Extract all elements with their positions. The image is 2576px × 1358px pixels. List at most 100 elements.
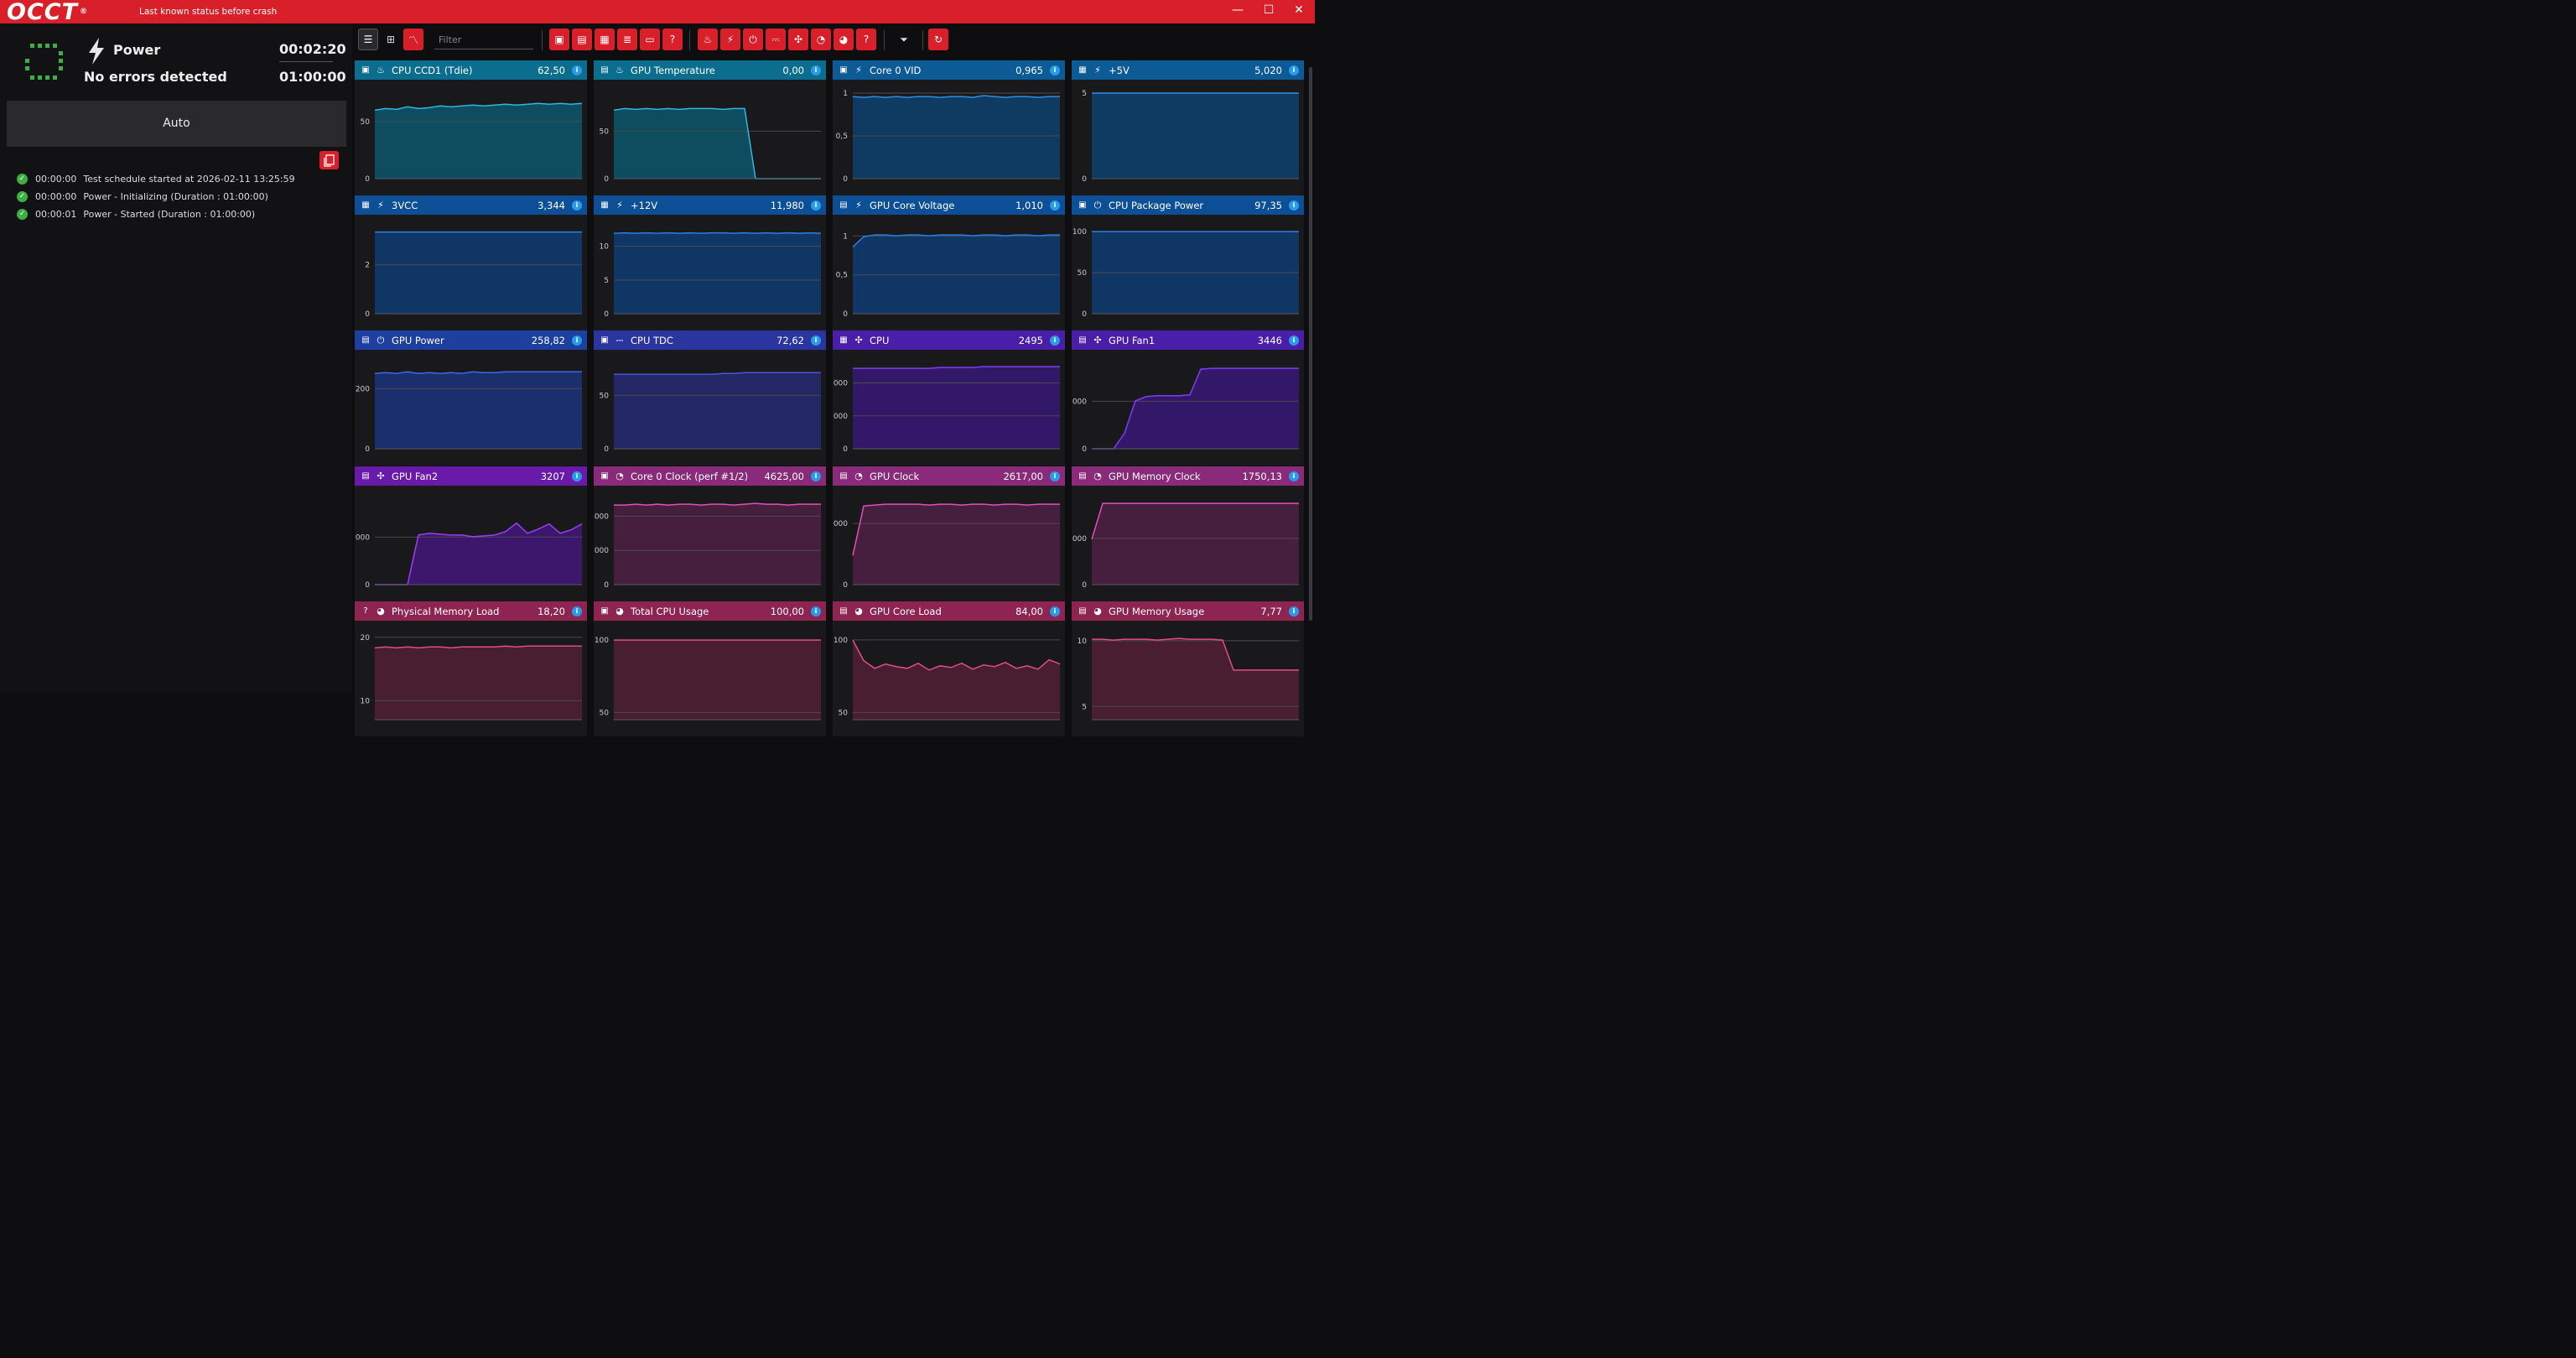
filter-current-button[interactable]: ⎓ bbox=[766, 29, 786, 50]
info-icon[interactable]: i bbox=[811, 471, 821, 481]
view-graph-button[interactable]: 〽 bbox=[403, 29, 423, 50]
minimize-button[interactable]: — bbox=[1225, 2, 1250, 20]
sensor-name: GPU Core Load bbox=[870, 605, 942, 617]
info-icon[interactable]: i bbox=[1050, 471, 1060, 481]
volt-icon: ⚡ bbox=[855, 200, 862, 211]
mode-button[interactable]: Auto bbox=[7, 101, 346, 147]
filter-motherboard-button[interactable]: ▦ bbox=[595, 29, 615, 50]
sensor-panel[interactable]: ▤ ✣ GPU Fan2 3207 i 2000 0 bbox=[355, 466, 587, 601]
filter-other-button[interactable]: ? bbox=[662, 29, 683, 50]
info-icon[interactable]: i bbox=[572, 471, 582, 481]
reset-button[interactable]: ↻ bbox=[928, 29, 948, 50]
filter-fan-button[interactable]: ✣ bbox=[788, 29, 808, 50]
info-icon[interactable]: i bbox=[1289, 65, 1299, 75]
view-grid-button[interactable]: ⊞ bbox=[381, 29, 401, 50]
y-tick-label: 0,5 bbox=[836, 133, 848, 141]
info-icon[interactable]: i bbox=[1289, 606, 1299, 617]
info-icon[interactable]: i bbox=[1289, 200, 1299, 211]
sensor-line bbox=[614, 502, 821, 506]
sensor-panel[interactable]: ▤ ◕ GPU Memory Usage 7,77 i 10 5 bbox=[1072, 601, 1304, 736]
sensor-area bbox=[1092, 503, 1299, 585]
sensor-panel[interactable]: ▦ ⚡ +12V 11,980 i 10 5 0 bbox=[594, 195, 826, 330]
filter-load-button[interactable]: ◕ bbox=[834, 29, 854, 50]
sensor-graph: 2000 0 bbox=[1072, 367, 1299, 454]
info-icon[interactable]: i bbox=[1050, 335, 1060, 346]
info-icon[interactable]: i bbox=[1050, 200, 1060, 211]
sensor-value: 0,965 bbox=[1015, 64, 1043, 76]
success-check-icon: ✓ bbox=[17, 173, 28, 185]
info-icon[interactable]: i bbox=[1289, 471, 1299, 481]
sensor-panel[interactable]: ▣ ◔ Core 0 Clock (perf #1/2) 4625,00 i 4000 20… bbox=[594, 466, 826, 601]
sensor-panel[interactable]: ▦ ⚡ +5V 5,020 i 5 0 bbox=[1072, 60, 1304, 195]
info-icon[interactable]: i bbox=[572, 65, 582, 75]
info-icon[interactable]: i bbox=[572, 335, 582, 346]
filter-input[interactable] bbox=[434, 31, 533, 49]
motherboard-icon: ▦ bbox=[600, 34, 610, 45]
sensor-panel[interactable]: ▤ ⚡ GPU Core Voltage 1,010 i 1 0,5 0 bbox=[833, 195, 1065, 330]
info-icon[interactable]: i bbox=[572, 200, 582, 211]
sensor-panel[interactable]: ▣ ♨ CPU CCD1 (Tdie) 62,50 i 50 0 bbox=[355, 60, 587, 195]
filter-cpu-button[interactable]: ▣ bbox=[549, 29, 569, 50]
info-icon[interactable]: i bbox=[811, 65, 821, 75]
copy-log-button[interactable] bbox=[319, 151, 339, 169]
sensor-area bbox=[614, 372, 821, 449]
storage-icon: ≣ bbox=[622, 34, 632, 45]
info-icon[interactable]: i bbox=[811, 606, 821, 617]
maximize-button[interactable]: ☐ bbox=[1256, 2, 1281, 20]
sensor-panel[interactable]: ▣ ⚡ Core 0 VID 0,965 i 1 0,5 0 bbox=[833, 60, 1065, 195]
sensor-graph: 10 5 bbox=[1078, 637, 1299, 721]
y-tick-label: 0 bbox=[365, 175, 370, 184]
y-tick-label: 10 bbox=[361, 697, 371, 705]
filter-memory-button[interactable]: ▭ bbox=[640, 29, 660, 50]
filter-clock-button[interactable]: ◔ bbox=[811, 29, 831, 50]
scrollbar[interactable] bbox=[1309, 67, 1312, 621]
sensor-panel[interactable]: ▤ ◔ GPU Clock 2617,00 i 2000 0 bbox=[833, 466, 1065, 601]
sensor-panel[interactable]: ? ◕ Physical Memory Load 18,20 i 20 10 bbox=[355, 601, 587, 736]
sensor-line bbox=[613, 232, 822, 234]
filter-temperature-button[interactable]: ♨ bbox=[698, 29, 718, 50]
info-icon[interactable]: i bbox=[1289, 335, 1299, 346]
sensor-panel[interactable]: ▦ ✣ CPU 2495 i 2000 1000 0 bbox=[833, 330, 1065, 466]
sensor-panel[interactable]: ▣ ◕ Total CPU Usage 100,00 i 100 50 bbox=[594, 601, 826, 736]
filter-toggle-button[interactable]: ⏷ bbox=[894, 29, 914, 50]
toolbar-divider bbox=[922, 30, 923, 50]
gpu-icon: ▤ bbox=[839, 200, 848, 210]
elapsed-time: 00:02:20 bbox=[279, 41, 346, 57]
sensor-panel[interactable]: ▤ ♨ GPU Temperature 0,00 i 50 0 bbox=[594, 60, 826, 195]
view-list-button[interactable]: ☰ bbox=[358, 29, 378, 50]
sensor-area bbox=[614, 503, 821, 585]
load-gauge-icon: ◕ bbox=[839, 34, 849, 45]
refresh-icon: ↻ bbox=[933, 34, 943, 45]
sensor-panel[interactable]: ▣ ⏻ CPU Package Power 97,35 i 100 50 0 bbox=[1072, 195, 1304, 330]
filter-voltage-button[interactable]: ⚡ bbox=[720, 29, 740, 50]
filter-storage-button[interactable]: ≣ bbox=[617, 29, 637, 50]
info-icon[interactable]: i bbox=[811, 200, 821, 211]
log-time: 00:00:01 bbox=[35, 208, 77, 220]
sensor-area bbox=[853, 504, 1060, 585]
sensor-panel[interactable]: ▤ ⏻ GPU Power 258,82 i 200 0 bbox=[355, 330, 587, 466]
gpu-icon: ▤ bbox=[577, 34, 587, 45]
sensor-panel[interactable]: ▤ ◔ GPU Memory Clock 1750,13 i 1000 0 bbox=[1072, 466, 1304, 601]
info-icon[interactable]: i bbox=[1050, 65, 1060, 75]
filter-unknown-button[interactable]: ? bbox=[856, 29, 876, 50]
filter-gpu-button[interactable]: ▤ bbox=[572, 29, 592, 50]
sensor-value: 4625,00 bbox=[764, 470, 804, 482]
sensor-panel[interactable]: ▤ ◕ GPU Core Load 84,00 i 100 50 bbox=[833, 601, 1065, 736]
sensor-panel[interactable]: ▦ ⚡ 3VCC 3,344 i 2 0 bbox=[355, 195, 587, 330]
help-icon: ? bbox=[863, 34, 870, 45]
sensor-value: 11,980 bbox=[770, 199, 804, 211]
success-check-icon: ✓ bbox=[17, 208, 28, 220]
y-tick-label: 50 bbox=[839, 709, 849, 717]
sensor-panel[interactable]: ▤ ✣ GPU Fan1 3446 i 2000 0 bbox=[1072, 330, 1304, 466]
close-button[interactable]: ✕ bbox=[1286, 2, 1311, 20]
info-icon[interactable]: i bbox=[1050, 606, 1060, 617]
sensor-panel-header: ▦ ⚡ +12V 11,980 i bbox=[594, 195, 826, 215]
info-icon[interactable]: i bbox=[811, 335, 821, 346]
sensor-line bbox=[852, 95, 1060, 98]
volt-icon: ⚡ bbox=[855, 65, 862, 75]
sensor-area bbox=[375, 523, 582, 585]
sensor-panel[interactable]: ▣ ⎓ CPU TDC 72,62 i 50 0 bbox=[594, 330, 826, 466]
filter-power-button[interactable]: ⏻ bbox=[743, 29, 763, 50]
log-time: 00:00:00 bbox=[35, 190, 77, 202]
info-icon[interactable]: i bbox=[572, 606, 582, 617]
